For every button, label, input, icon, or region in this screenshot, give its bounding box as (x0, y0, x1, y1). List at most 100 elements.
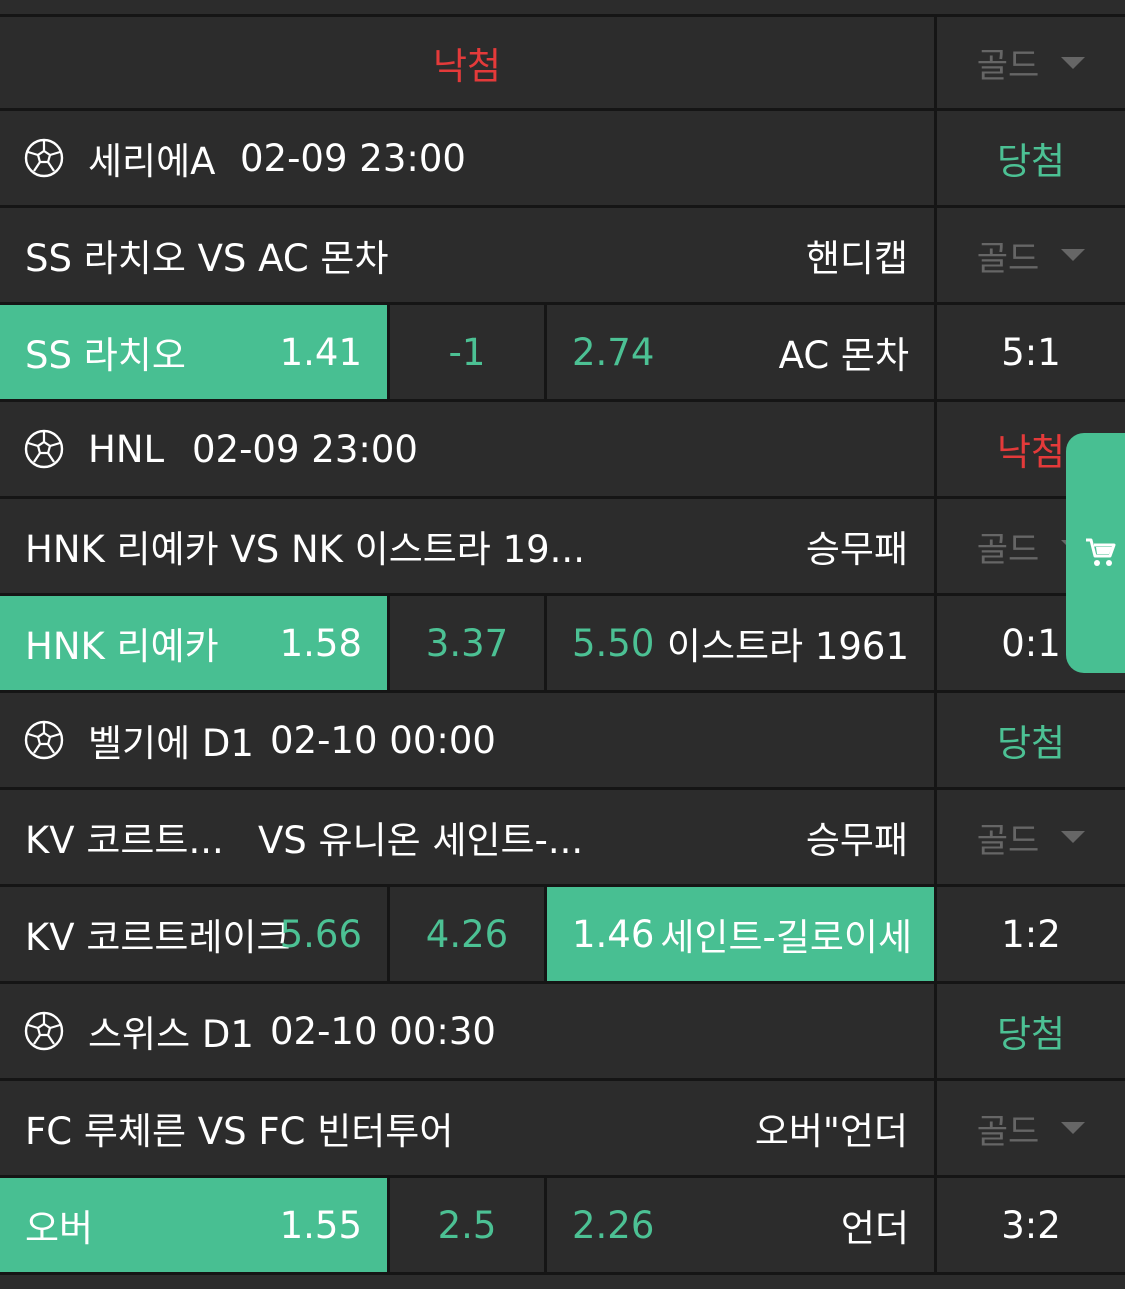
match-datetime: 02-09 23:00 (192, 427, 418, 471)
home-bet-cell[interactable]: SS 라치오 1.41 (0, 305, 387, 399)
slip-status-area: 낙첨 (0, 17, 934, 108)
score-cell: 5:1 (934, 305, 1125, 399)
gold-dropdown-content: 골드 (977, 1104, 1086, 1153)
away-bet-cell[interactable]: 세인트-길로이세 1.46 (544, 887, 934, 981)
match-header: 세리에A 02-09 23:00 (0, 111, 934, 205)
odds-cells: KV 코르트레이크 5.66 4.26 세인트-길로이세 1.46 (0, 887, 934, 981)
odds-row: 오버 1.55 2.5 2.26 언더 3:2 (0, 1178, 1125, 1275)
match-header-row: HNL 02-09 23:00 낙첨 (0, 402, 1125, 499)
result-badge: 당첨 (996, 1013, 1066, 1056)
match-teams: FC 루체른 VS FC 빈터투어 오버"언더 (0, 1081, 934, 1175)
gold-label: 골드 (976, 46, 1040, 86)
result-cell: 당첨 (934, 984, 1125, 1078)
result-badge: 당첨 (996, 722, 1066, 765)
match-teams-row: HNK 리예카 VS NK 이스트라 19... 승무패 골드 (0, 499, 1125, 596)
away-bet-cell[interactable]: 2.74 AC 몬차 (544, 305, 934, 399)
score-cell: 3:2 (934, 1178, 1125, 1272)
odds-cells: 오버 1.55 2.5 2.26 언더 (0, 1178, 934, 1272)
bet-type: 핸디캡 (805, 237, 908, 280)
gold-label: 골드 (976, 820, 1040, 861)
match-datetime: 02-09 23:00 (240, 136, 466, 180)
soccer-ball-icon (24, 138, 64, 178)
soccer-ball-icon (24, 1011, 64, 1051)
home-bet-cell[interactable]: KV 코르트레이크 5.66 (0, 887, 387, 981)
home-team: KV 코르트레이크 (25, 916, 291, 959)
result-cell: 당첨 (934, 693, 1125, 787)
bet-type: 오버"언더 (754, 1110, 908, 1153)
match-teams-row: FC 루체른 VS FC 빈터투어 오버"언더 골드 (0, 1081, 1125, 1178)
away-odds: 5.50 (572, 596, 657, 690)
home-team: SS 라치오 (25, 334, 186, 377)
home-bet-cell[interactable]: HNK 리예카 1.58 (0, 596, 387, 690)
teams-label: HNK 리예카 VS NK 이스트라 19... (25, 528, 585, 571)
match-header: 벨기에 D1 02-10 00:00 (0, 693, 934, 787)
gold-dropdown-content: 골드 (977, 813, 1086, 862)
over-label: 오버 (25, 1207, 94, 1250)
match-teams-row: SS 라치오 VS AC 몬차 핸디캡 골드 (0, 208, 1125, 305)
gold-dropdown[interactable]: 골드 (934, 17, 1125, 108)
gold-label: 골드 (976, 1111, 1040, 1152)
odds-row: SS 라치오 1.41 -1 2.74 AC 몬차 5:1 (0, 305, 1125, 402)
chevron-down-icon (1061, 831, 1086, 843)
cart-tab-button[interactable] (1066, 433, 1125, 673)
result-badge: 낙첨 (996, 431, 1066, 474)
final-score: 3:2 (1001, 1203, 1061, 1247)
slip-header-row: 낙첨 골드 (0, 14, 1125, 111)
match-header: 스위스 D1 02-10 00:30 (0, 984, 934, 1078)
odds-row: HNK 리예카 1.58 3.37 K 이스트라 1961 5.50 0:1 (0, 596, 1125, 693)
odds-cells: HNK 리예카 1.58 3.37 K 이스트라 1961 5.50 (0, 596, 934, 690)
away-team: K 이스트라 1961 (630, 625, 909, 668)
line-cell[interactable]: 2.5 (387, 1178, 544, 1272)
match-header: HNL 02-09 23:00 (0, 402, 934, 496)
draw-bet-cell[interactable]: 3.37 (387, 596, 544, 690)
gold-dropdown-content: 골드 (977, 231, 1086, 280)
gold-dropdown-content: 골드 (977, 38, 1086, 87)
league-name: 세리에A (88, 140, 216, 183)
under-bet-cell[interactable]: 2.26 언더 (544, 1178, 934, 1272)
gold-label: 골드 (976, 529, 1040, 570)
teams-label: FC 루체른 VS FC 빈터투어 (25, 1110, 454, 1153)
final-score: 0:1 (1001, 621, 1061, 665)
draw-odds: 4.26 (425, 912, 509, 956)
gold-dropdown[interactable]: 골드 (934, 208, 1125, 302)
away-team: AC 몬차 (778, 334, 909, 377)
final-score: 5:1 (1001, 330, 1061, 374)
chevron-down-icon (1061, 56, 1086, 69)
gold-label: 골드 (976, 238, 1040, 279)
gold-dropdown[interactable]: 골드 (934, 790, 1125, 884)
match-teams-row: KV 코르트... VS 유니온 세인트-... 승무패 골드 (0, 790, 1125, 887)
away-bet-cell[interactable]: K 이스트라 1961 5.50 (544, 596, 934, 690)
league-name: 벨기에 D1 (88, 722, 254, 765)
handicap-value: -1 (448, 330, 486, 374)
league-name: 스위스 D1 (88, 1013, 254, 1056)
match-teams: SS 라치오 VS AC 몬차 핸디캡 (0, 208, 934, 302)
match-teams: HNK 리예카 VS NK 이스트라 19... 승무패 (0, 499, 934, 593)
score-cell: 1:2 (934, 887, 1125, 981)
teams-away-label: VS 유니온 세인트-... (258, 819, 584, 862)
gold-dropdown[interactable]: 골드 (934, 1081, 1125, 1175)
under-label: 언더 (840, 1207, 909, 1250)
slip-status: 낙첨 (432, 44, 502, 88)
soccer-ball-icon (24, 429, 64, 469)
match-header-row: 벨기에 D1 02-10 00:00 당첨 (0, 693, 1125, 790)
away-odds: 1.46 (572, 912, 655, 956)
home-odds: 5.66 (279, 912, 362, 956)
match-header-row: 스위스 D1 02-10 00:30 당첨 (0, 984, 1125, 1081)
handicap-cell[interactable]: -1 (387, 305, 544, 399)
match-header-row: 세리에A 02-09 23:00 당첨 (0, 111, 1125, 208)
away-odds: 2.74 (572, 330, 655, 374)
over-odds: 1.55 (279, 1203, 362, 1247)
odds-row: KV 코르트레이크 5.66 4.26 세인트-길로이세 1.46 1:2 (0, 887, 1125, 984)
over-bet-cell[interactable]: 오버 1.55 (0, 1178, 387, 1272)
chevron-down-icon (1061, 1122, 1086, 1134)
bet-type: 승무패 (805, 528, 908, 571)
teams-label: SS 라치오 VS AC 몬차 (25, 237, 389, 280)
final-score: 1:2 (1001, 912, 1061, 956)
line-value: 2.5 (437, 1203, 497, 1247)
result-cell: 당첨 (934, 111, 1125, 205)
match-datetime: 02-10 00:30 (270, 1009, 496, 1053)
draw-bet-cell[interactable]: 4.26 (387, 887, 544, 981)
cart-icon (1086, 538, 1116, 566)
home-team: HNK 리예카 (25, 625, 219, 668)
home-odds: 1.58 (279, 621, 362, 665)
